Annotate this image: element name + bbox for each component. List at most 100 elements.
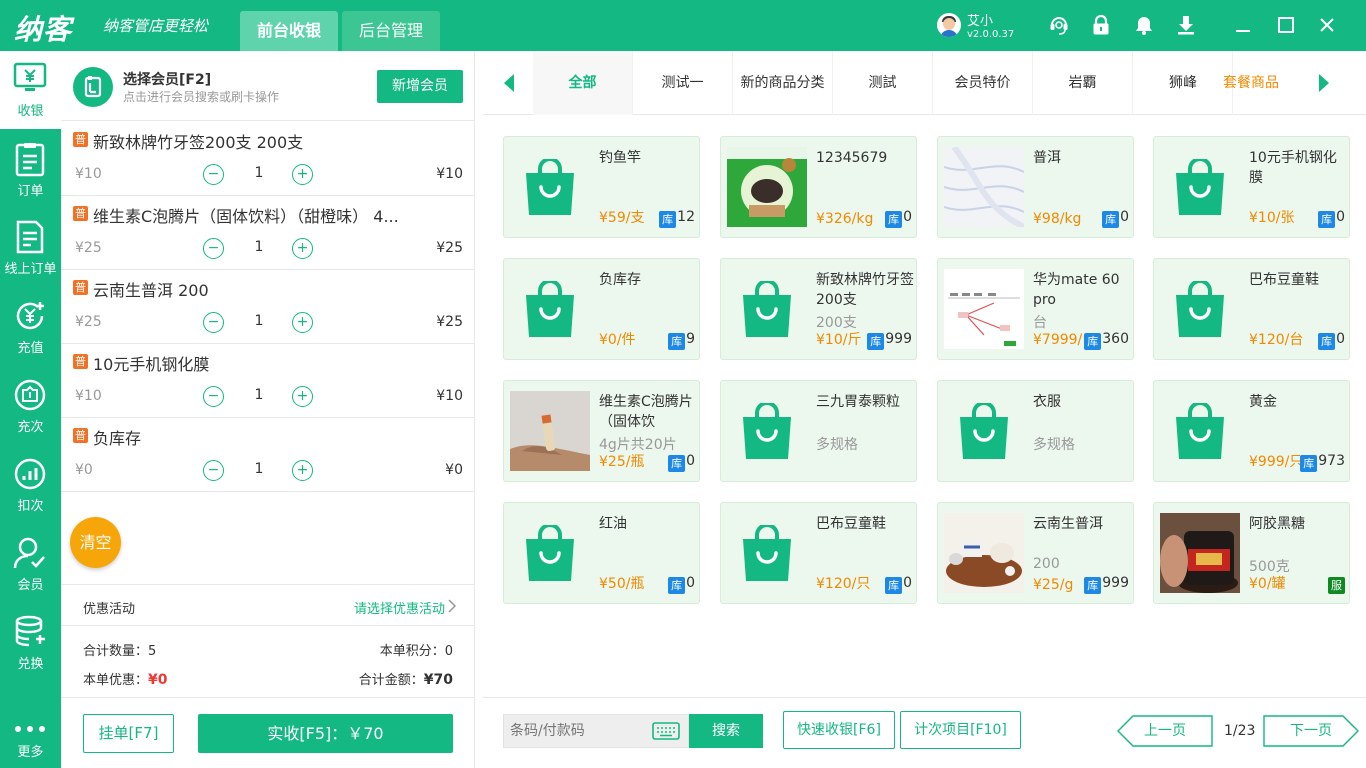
hang-order-button[interactable]: 挂单[F7]	[83, 714, 174, 753]
close-icon[interactable]	[1316, 14, 1338, 36]
checkout-button[interactable]: 实收[F5]：￥70	[198, 714, 453, 753]
order-discount: 本单优惠：¥0	[83, 672, 168, 688]
category-tab[interactable]: 新的商品分类	[733, 51, 833, 115]
nav-more[interactable]: 更多	[0, 711, 61, 768]
cart-item-qty[interactable]: 1	[247, 239, 271, 255]
increase-qty-button[interactable]: +	[292, 238, 313, 259]
arrow-right-icon[interactable]	[1318, 73, 1330, 93]
next-page-button[interactable]: 下一页	[1263, 715, 1359, 747]
clear-cart-button[interactable]: 清空	[70, 517, 121, 568]
category-tab[interactable]: 测試	[833, 51, 933, 115]
service-badge: 服	[1328, 577, 1345, 594]
cart-item[interactable]: 普新致林牌竹牙签200支 200支 ¥10 − 1 + ¥10	[61, 122, 475, 196]
cart-item[interactable]: 普云南生普洱 200 ¥25 − 1 + ¥25	[61, 270, 475, 344]
stock-count: 360	[1102, 331, 1129, 347]
increase-qty-button[interactable]: +	[292, 164, 313, 185]
product-card[interactable]: 红油 ¥50/瓶 库 0	[503, 502, 700, 604]
normal-badge: 普	[73, 354, 88, 369]
increase-qty-button[interactable]: +	[292, 460, 313, 481]
tab-back-management[interactable]: 后台管理	[342, 11, 440, 51]
promo-row[interactable]: 优惠活动 请选择优惠活动	[61, 584, 475, 626]
cart-item-qty[interactable]: 1	[247, 387, 271, 403]
product-card[interactable]: 黄金 ¥999/只库 973	[1153, 380, 1350, 482]
cart-item[interactable]: 普负库存 ¥0−1 + ¥0	[61, 418, 475, 492]
cart-item-qty[interactable]: 1	[247, 165, 271, 181]
count-item-button[interactable]: 计次项目[F10]	[900, 711, 1021, 749]
keyboard-icon[interactable]	[652, 722, 680, 740]
nav-online-order[interactable]: 线上订单	[0, 209, 61, 287]
product-card[interactable]: 负库存 ¥0/件 库 9	[503, 258, 700, 360]
barcode-field[interactable]	[503, 714, 689, 748]
barcode-input[interactable]	[510, 715, 645, 747]
product-card[interactable]: 阿胶黑糖 500克 ¥0/罐服	[1153, 502, 1350, 604]
prev-page-button[interactable]: 上一页	[1117, 715, 1213, 747]
product-card[interactable]: 衣服 多规格	[937, 380, 1134, 482]
cart-item-qty[interactable]: 1	[247, 313, 271, 329]
promo-select[interactable]: 请选择优惠活动	[354, 598, 445, 617]
product-card[interactable]: 普洱 ¥98/kg 库 0	[937, 136, 1134, 238]
stock-info: 库0	[1318, 209, 1345, 228]
nav-recharge[interactable]: 充值	[0, 288, 61, 366]
arrow-left-icon[interactable]	[503, 73, 515, 93]
product-card[interactable]: 云南生普洱 200 ¥25/g 库 999	[937, 502, 1134, 604]
cart-item[interactable]: 普 10元手机钢化膜 ¥10 − 1 + ¥10	[61, 344, 475, 418]
download-icon[interactable]	[1175, 14, 1197, 36]
increase-qty-button[interactable]: +	[292, 312, 313, 333]
product-price: ¥120/台	[1249, 332, 1304, 348]
shopping-bag-icon	[743, 403, 791, 459]
lock-icon[interactable]	[1090, 14, 1112, 36]
avatar[interactable]	[937, 13, 961, 37]
product-name: 普洱	[1033, 150, 1061, 166]
product-card[interactable]: 巴布豆童鞋 ¥120/只库 0	[720, 502, 917, 604]
product-image	[510, 391, 590, 471]
product-image	[944, 269, 1024, 349]
cart-item-price: ¥25	[75, 314, 102, 330]
cart-item[interactable]: 普维生素C泡腾片（固体饮料）（甜橙味） 4... ¥25 − 1 + ¥25	[61, 196, 475, 270]
product-grid: 钓鱼竿 ¥59/支库 12 12345679 ¥326/kg 库 0 普洱 ¥98/kg 库 0 10…	[483, 115, 1366, 697]
decrease-qty-button[interactable]: −	[203, 238, 224, 259]
shopping-bag-icon	[743, 281, 791, 337]
shopping-bag-icon	[743, 525, 791, 581]
category-tab[interactable]: 测试一	[633, 51, 733, 115]
cart-item-qty[interactable]: 1	[247, 461, 271, 477]
nav-cashier[interactable]: 收银	[0, 51, 61, 129]
category-tab[interactable]: 会员特价	[933, 51, 1033, 115]
category-tab[interactable]: 岩覇	[1033, 51, 1133, 115]
product-price: ¥25/瓶	[599, 454, 645, 470]
stock-count: 0	[903, 575, 912, 591]
member-select[interactable]: 选择会员[F2] 点击进行会员搜索或刷卡操作 新增会员	[61, 51, 475, 121]
product-card[interactable]: 10元手机钢化膜 ¥10/张 库 0	[1153, 136, 1350, 238]
bell-icon[interactable]	[1133, 14, 1155, 36]
search-button[interactable]: 搜索	[689, 714, 763, 748]
customer-service-icon[interactable]	[1048, 14, 1070, 36]
add-member-button[interactable]: 新增会员	[377, 70, 463, 103]
product-card[interactable]: 巴布豆童鞋 ¥120/台库 0	[1153, 258, 1350, 360]
exchange-icon	[15, 615, 45, 647]
nav-deduct-count[interactable]: 扣次	[0, 446, 61, 524]
page-indicator: 1/23	[1224, 723, 1256, 739]
decrease-qty-button[interactable]: −	[203, 312, 224, 333]
category-tab[interactable]: 全部	[533, 51, 633, 115]
product-card[interactable]: 维生素C泡腾片（固体饮 4g片共20片 ¥25/瓶库 0	[503, 380, 700, 482]
decrease-qty-button[interactable]: −	[203, 386, 224, 407]
tab-front-cashier[interactable]: 前台收银	[240, 11, 338, 51]
category-tab[interactable]: 套餐商品	[1205, 51, 1297, 115]
nav-exchange[interactable]: 兑换	[0, 604, 61, 682]
product-card[interactable]: 钓鱼竿 ¥59/支库 12	[503, 136, 700, 238]
product-card[interactable]: 新致林牌竹牙签200支 200支 ¥10/斤库 999	[720, 258, 917, 360]
decrease-qty-button[interactable]: −	[203, 460, 224, 481]
product-card[interactable]: 三九胃泰颗粒 多规格	[720, 380, 917, 482]
nav-member[interactable]: 会员	[0, 525, 61, 603]
shopping-bag-icon	[526, 525, 574, 581]
member-card-icon	[73, 67, 113, 107]
minimize-icon[interactable]	[1232, 14, 1254, 36]
stock-badge: 库	[1084, 577, 1102, 594]
nav-recharge-count[interactable]: 充次	[0, 367, 61, 445]
product-card[interactable]: 12345679 ¥326/kg 库 0	[720, 136, 917, 238]
product-card[interactable]: 华为mate 60 pro 台 ¥7999/台库 360	[937, 258, 1134, 360]
decrease-qty-button[interactable]: −	[203, 164, 224, 185]
maximize-icon[interactable]	[1275, 14, 1297, 36]
increase-qty-button[interactable]: +	[292, 386, 313, 407]
nav-order[interactable]: 订单	[0, 131, 61, 209]
quick-checkout-button[interactable]: 快速收银[F6]	[783, 711, 895, 749]
